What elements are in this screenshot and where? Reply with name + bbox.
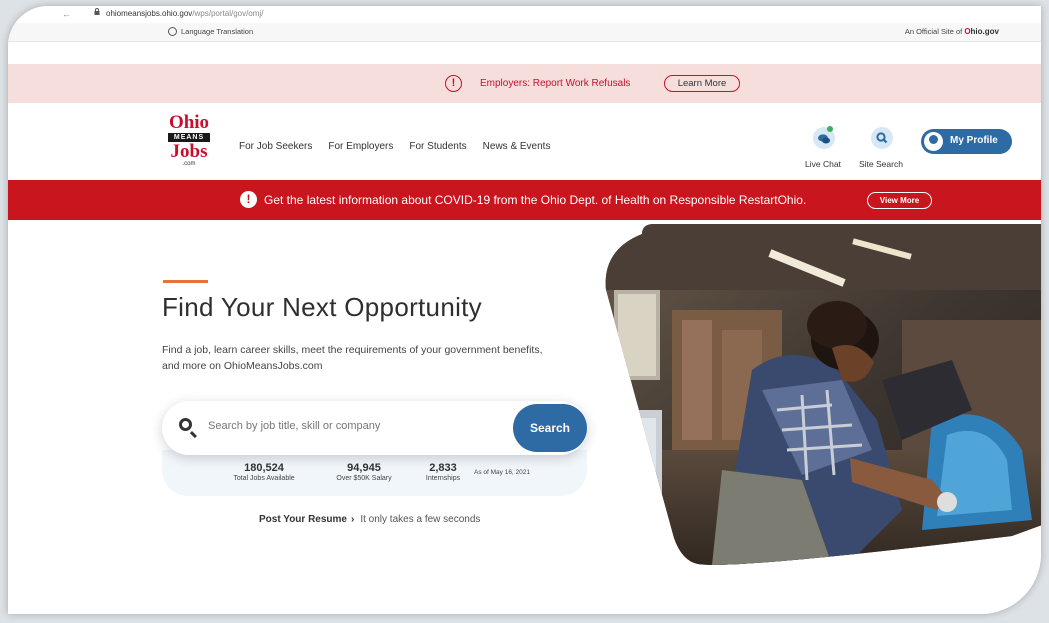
covid-banner: ! Get the latest information about COVID… <box>8 180 1041 220</box>
search-icon[interactable] <box>871 127 893 149</box>
logo-jobs: Jobs <box>170 141 208 162</box>
nav-item-job-seekers[interactable]: For Job Seekers <box>239 141 312 152</box>
stat-label: Internships <box>425 475 461 482</box>
learn-more-button[interactable]: Learn More <box>664 75 740 92</box>
site-search-label[interactable]: Site Search <box>859 159 903 169</box>
stat-value: 2,833 <box>429 462 457 474</box>
chevron-right-icon[interactable]: › <box>351 514 354 525</box>
ohio-means-jobs-logo[interactable]: Ohio MEANS Jobs .com <box>166 112 212 168</box>
logo-com: .com <box>182 161 196 167</box>
my-profile-label: My Profile <box>950 135 998 146</box>
stat-label: Total Jobs Available <box>233 475 295 482</box>
main-nav: For Job Seekers For Employers For Studen… <box>239 141 550 152</box>
post-resume-link[interactable]: Post Your Resume <box>259 514 347 525</box>
official-prefix: An Official Site of <box>904 27 963 36</box>
globe-icon <box>168 27 177 36</box>
nav-item-employers[interactable]: For Employers <box>328 141 393 152</box>
view-more-button[interactable]: View More <box>867 192 932 209</box>
magnifier-icon <box>179 418 192 431</box>
stat-value: 180,524 <box>244 462 284 474</box>
stat-total-jobs: 180,524 Total Jobs Available <box>224 462 304 484</box>
search-button[interactable]: Search <box>513 404 587 452</box>
magnifier-glyph <box>876 132 888 144</box>
job-stats-panel: 180,524 Total Jobs Available 94,945 Over… <box>162 450 587 496</box>
stats-as-of-date: As of May 16, 2021 <box>474 469 531 476</box>
url-host: ohiomeansjobs.ohio.gov <box>106 9 193 18</box>
ohio-gov-brand[interactable]: Ohio.gov <box>964 27 999 36</box>
back-arrow-icon[interactable]: ← <box>62 9 71 19</box>
chat-icon[interactable] <box>813 126 835 149</box>
hero-section: Find Your Next Opportunity Find a job, l… <box>8 220 1041 614</box>
url-text[interactable]: ohiomeansjobs.ohio.gov/wps/portal/gov/om… <box>106 9 263 18</box>
job-search-bar: Search <box>162 401 587 455</box>
browser-window: ← ohiomeansjobs.ohio.gov/wps/portal/gov/… <box>8 6 1041 614</box>
employer-alert-banner: ! Employers: Report Work Refusals Learn … <box>8 64 1041 103</box>
language-translation-link[interactable]: Language Translation <box>168 27 253 36</box>
stat-value: 94,945 <box>347 462 381 474</box>
search-input[interactable] <box>206 419 450 433</box>
alert-text[interactable]: Employers: Report Work Refusals <box>480 78 630 89</box>
hero-photo <box>605 224 1041 565</box>
online-dot <box>827 126 833 132</box>
post-resume-row: Post Your Resume › It only takes a few sec… <box>259 514 480 525</box>
accent-divider <box>163 280 208 283</box>
official-site-notice: An Official Site of Ohio.gov <box>905 27 999 36</box>
address-bar[interactable]: ← ohiomeansjobs.ohio.gov/wps/portal/gov/… <box>8 6 1041 23</box>
hero-description: Find a job, learn career skills, meet th… <box>162 344 543 372</box>
my-profile-button[interactable]: My Profile <box>921 129 1012 154</box>
url-path: /wps/portal/gov/omj/ <box>192 9 264 18</box>
page-title: Find Your Next Opportunity <box>162 292 482 322</box>
profile-avatar-icon <box>924 132 943 151</box>
live-chat-label[interactable]: Live Chat <box>805 159 841 169</box>
language-label: Language Translation <box>181 27 254 36</box>
nav-item-news-events[interactable]: News & Events <box>483 141 551 152</box>
exclamation-icon: ! <box>445 75 462 92</box>
covid-text: Get the latest information about COVID-1… <box>264 193 807 207</box>
lock-icon <box>94 8 100 15</box>
stat-label: Over $50K Salary <box>336 475 392 482</box>
site-header: Ohio MEANS Jobs .com For Job Seekers For… <box>8 103 1041 180</box>
stat-over-50k: 94,945 Over $50K Salary <box>319 462 409 484</box>
nav-item-students[interactable]: For Students <box>409 141 466 152</box>
utility-strip: Language Translation An Official Site of… <box>8 23 1041 42</box>
post-resume-subtext: It only takes a few seconds <box>360 514 481 525</box>
stat-internships: 2,833 Internships <box>418 462 468 484</box>
logo-ohio: Ohio <box>168 112 210 133</box>
exclamation-icon: ! <box>240 191 257 208</box>
